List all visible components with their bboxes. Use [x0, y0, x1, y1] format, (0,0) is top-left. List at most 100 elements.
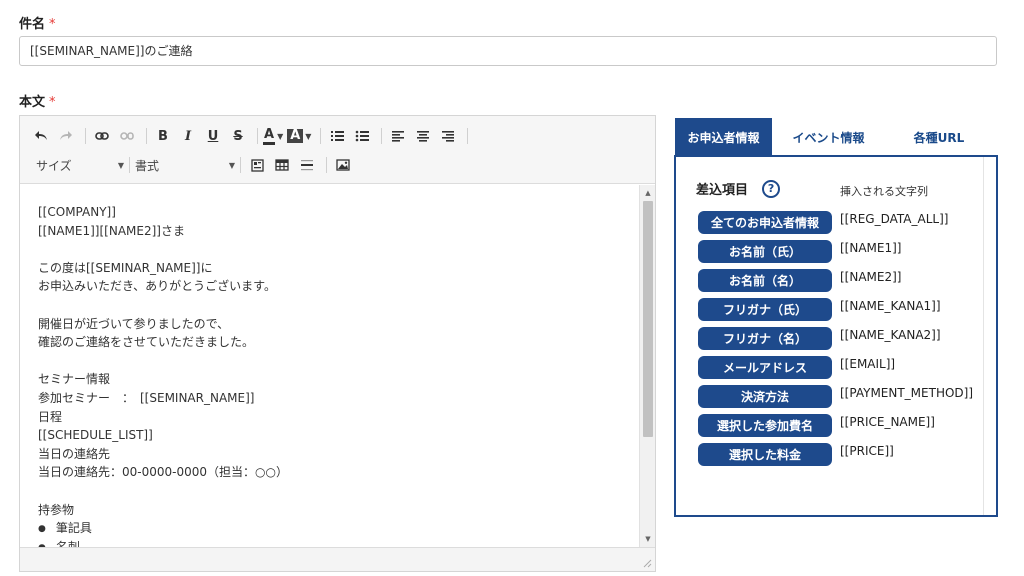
required-mark: * [49, 95, 56, 110]
editor-line: 当日の連絡先：00-0000-0000（担当：○○） [38, 465, 288, 480]
subject-label: 件名 * [19, 13, 56, 32]
required-mark: * [49, 17, 56, 32]
insert-field-button[interactable]: 決済方法 [698, 385, 832, 408]
horizontal-rule-icon[interactable] [296, 154, 318, 176]
insert-field-button[interactable]: お名前（氏） [698, 240, 832, 263]
editor-line: 開催日が近づいて参りましたので、 [38, 316, 230, 331]
format-select-label: 書式 [135, 158, 160, 173]
tab-applicant-info[interactable]: お申込者情報 [675, 118, 772, 156]
link-icon[interactable] [91, 125, 113, 147]
help-icon[interactable]: ? [762, 179, 781, 198]
merge-field-row: お名前（名） [[NAME2]] [698, 266, 973, 295]
italic-icon[interactable]: I [177, 125, 199, 147]
toolbar-divider [85, 128, 86, 144]
editor-line: [[COMPANY]] [38, 205, 116, 219]
editor-line: この度は[[SEMINAR_NAME]]に [38, 260, 213, 275]
insert-field-button[interactable]: 選択した料金 [698, 443, 832, 466]
panel-header: 差込項目 ? [696, 179, 781, 198]
toolbar-divider [381, 128, 383, 144]
body-label-text: 本文 [19, 95, 46, 110]
toolbar-divider [129, 157, 130, 173]
rich-text-editor: B I U S A ▼ A ▼ サイズ ▼ 書式 ▼ [[COMPANY]] [… [19, 115, 656, 572]
scroll-up-icon[interactable]: ▲ [640, 186, 656, 200]
redo-icon[interactable] [55, 125, 77, 147]
toolbar-divider [146, 128, 147, 144]
toolbar-divider [326, 157, 327, 173]
insert-field-button[interactable]: フリガナ（氏） [698, 298, 832, 321]
tab-event-info[interactable]: イベント情報 [772, 118, 885, 156]
toolbar-row-1: B I U S A ▼ A ▼ [30, 124, 473, 148]
merge-field-panel: 差込項目 ? 挿入される文字列 全てのお申込者情報 [[REG_DATA_ALL]… [674, 155, 998, 517]
merge-field-row: フリガナ（氏） [[NAME_KANA1]] [698, 295, 973, 324]
merge-field-row: メールアドレス [[EMAIL]] [698, 353, 973, 382]
merge-field-row: 選択した料金 [[PRICE]] [698, 440, 973, 469]
merge-field-row: お名前（氏） [[NAME1]] [698, 237, 973, 266]
editor-line: 参加セミナー ： [[SEMINAR_NAME]] [38, 390, 255, 405]
editor-line: 持参物 [38, 502, 75, 517]
undo-icon[interactable] [30, 125, 52, 147]
editor-line: 確認のご連絡をさせていただきました。 [38, 335, 255, 350]
scroll-down-icon[interactable]: ▼ [640, 532, 656, 546]
merge-field-token: [[PAYMENT_METHOD]] [840, 385, 974, 400]
table-icon[interactable] [271, 154, 293, 176]
resize-handle-icon[interactable] [642, 558, 652, 568]
text-color-icon[interactable]: A ▼ [263, 127, 283, 145]
numbered-list-icon[interactable] [326, 125, 348, 147]
merge-field-list: 全てのお申込者情報 [[REG_DATA_ALL]] お名前（氏） [[NAME1]]… [698, 208, 973, 469]
editor-line: 名刺 [38, 538, 639, 547]
merge-field-token: [[EMAIL]] [840, 356, 896, 371]
insert-field-button[interactable]: メールアドレス [698, 356, 832, 379]
editor-content[interactable]: [[COMPANY]] [[NAME1]][[NAME2]]さま この度は[[SEM… [20, 185, 639, 547]
scrollbar-thumb[interactable] [643, 201, 653, 437]
merge-field-row: 選択した参加費名 [[PRICE_NAME]] [698, 411, 973, 440]
align-center-icon[interactable] [412, 125, 434, 147]
insert-field-button[interactable]: フリガナ（名） [698, 327, 832, 350]
bold-icon[interactable]: B [152, 125, 174, 147]
insert-field-button[interactable]: 全てのお申込者情報 [698, 211, 832, 234]
chevron-down-icon: ▼ [228, 160, 235, 170]
bulleted-list-icon[interactable] [351, 125, 373, 147]
editor-toolbar: B I U S A ▼ A ▼ サイズ ▼ 書式 ▼ [20, 116, 655, 184]
toolbar-row-2: サイズ ▼ 書式 ▼ [30, 153, 357, 177]
tab-urls[interactable]: 各種URL [885, 118, 993, 156]
toolbar-divider [467, 128, 469, 144]
merge-field-row: 全てのお申込者情報 [[REG_DATA_ALL]] [698, 208, 973, 237]
toolbar-divider [320, 128, 322, 144]
merge-field-token: [[NAME_KANA2]] [840, 327, 941, 342]
editor-line: 日程 [38, 409, 63, 424]
unlink-icon[interactable] [116, 125, 138, 147]
insert-field-button[interactable]: お名前（名） [698, 269, 832, 292]
format-select[interactable]: 書式 ▼ [135, 154, 235, 176]
editor-line: お申込みいただき、ありがとうございます。 [38, 279, 276, 294]
editor-statusbar [20, 547, 655, 571]
toolbar-divider [257, 128, 258, 144]
merge-field-token: [[NAME_KANA1]] [840, 298, 941, 313]
merge-field-row: 決済方法 [[PAYMENT_METHOD]] [698, 382, 973, 411]
font-size-select-label: サイズ [36, 158, 72, 173]
image-icon[interactable] [332, 154, 354, 176]
underline-icon[interactable]: U [202, 125, 224, 147]
editor-scrollbar[interactable]: ▲ ▼ [639, 185, 655, 547]
merge-field-token: [[PRICE]] [840, 443, 894, 458]
font-size-select[interactable]: サイズ ▼ [30, 154, 124, 176]
editor-line: [[SCHEDULE_LIST]] [38, 428, 153, 443]
background-color-icon[interactable]: A ▼ [287, 129, 311, 143]
toolbar-divider [240, 157, 241, 173]
info-tabs: お申込者情報 イベント情報 各種URL [675, 118, 993, 156]
merge-field-token: [[PRICE_NAME]] [840, 414, 935, 429]
body-label: 本文 * [19, 91, 56, 110]
merge-field-token: [[NAME2]] [840, 269, 902, 284]
align-right-icon[interactable] [437, 125, 459, 147]
strikethrough-icon[interactable]: S [227, 125, 249, 147]
subject-input[interactable]: [[SEMINAR_NAME]]のご連絡 [19, 36, 997, 66]
panel-subtitle: 挿入される文字列 [840, 185, 928, 198]
align-left-icon[interactable] [387, 125, 409, 147]
insert-field-button[interactable]: 選択した参加費名 [698, 414, 832, 437]
template-icon[interactable] [246, 154, 268, 176]
editor-line: セミナー情報 [38, 372, 111, 387]
editor-line: 筆記具 [38, 519, 639, 538]
